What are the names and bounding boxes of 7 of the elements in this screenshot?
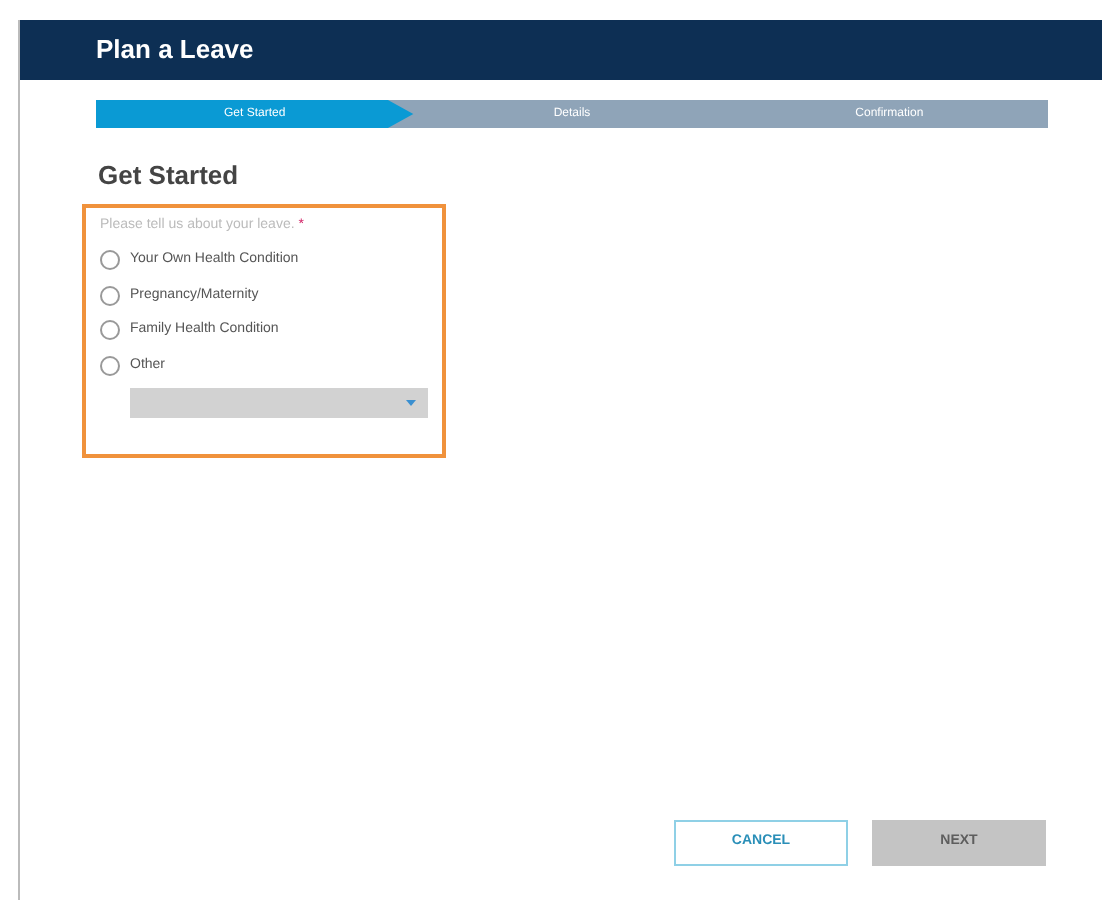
radio-button[interactable] [100,285,120,306]
window-title: Plan a Leave [96,32,254,69]
caret-icon [406,400,416,406]
radio-button[interactable] [100,250,120,271]
radio-button[interactable] [100,320,120,341]
section-title: Get Started [98,158,241,194]
radio-button[interactable] [100,355,120,376]
